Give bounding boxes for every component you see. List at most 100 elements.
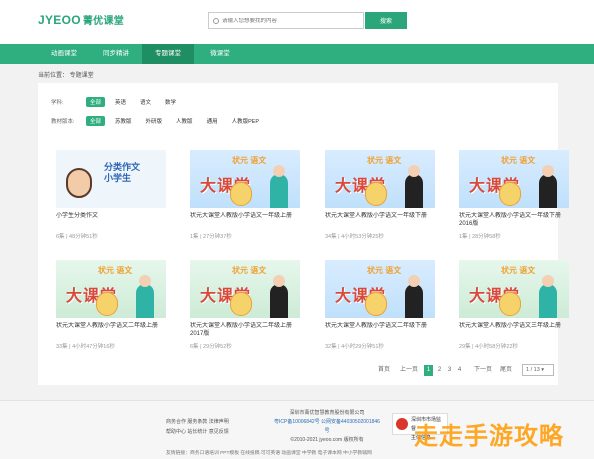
course-meta: 32集 | 4小时29分钟51秒	[325, 344, 384, 350]
subject-tag[interactable]: 数学	[161, 97, 180, 107]
watermark-text: 走走手游攻略	[414, 423, 564, 450]
course-title[interactable]: 状元大课堂人教版小学语文一年级下册	[325, 212, 435, 228]
thumbnail-text: 状元 语文	[501, 266, 536, 275]
course-card[interactable]: 状元 语文 大课堂 状元大课堂人教版小学语文一年级上册 1集 | 27分钟37秒	[190, 150, 300, 240]
teacher-figure	[539, 275, 557, 318]
course-grid: 分类作文 小学生 小学生分类作文 6集 | 48分钟51秒 状元 语文 大课堂 状…	[38, 133, 569, 385]
page-link[interactable]: 4	[455, 365, 464, 376]
course-thumbnail[interactable]: 状元 语文 大课堂	[459, 260, 569, 318]
mascot-illustration	[499, 292, 521, 316]
page-select[interactable]: 1 / 13 ▾	[522, 364, 554, 376]
nav-item-animation[interactable]: 动画课堂	[38, 44, 90, 64]
mascot-illustration	[365, 292, 387, 316]
top-header: JYEOO菁优课堂 搜索	[0, 0, 594, 44]
thumbnail-text: 状元 语文	[232, 266, 267, 275]
subject-tag[interactable]: 全部	[86, 97, 106, 107]
footer-links-row[interactable]: 商务合作 服务条款 法律声明	[166, 417, 229, 427]
page-select-value: 1 / 13	[526, 367, 540, 373]
subject-tag[interactable]: 英语	[111, 97, 130, 107]
mascot-illustration	[365, 182, 387, 206]
company-name: 深圳市菁优智慧教育股份有限公司	[289, 410, 365, 416]
logo-latin: JYEOO	[38, 13, 81, 27]
course-card[interactable]: 分类作文 小学生 小学生分类作文 6集 | 48分钟51秒	[56, 150, 166, 240]
course-card[interactable]: 状元 语文 大课堂 状元大课堂人教版小学语文二年级上册 33集 | 4小时47分…	[56, 260, 166, 350]
teacher-figure	[270, 165, 288, 208]
course-thumbnail[interactable]: 状元 语文 大课堂	[325, 260, 435, 318]
edition-tag[interactable]: 外研版	[142, 116, 167, 126]
thumbnail-text: 状元 语文	[367, 156, 402, 165]
course-title[interactable]: 状元大课堂人教版小学语文一年级上册	[190, 212, 300, 228]
footer-company-info: 深圳市菁优智慧教育股份有限公司 粤ICP备10006842号 公网安备44030…	[272, 409, 382, 445]
edition-tag[interactable]: 通用	[203, 116, 222, 126]
copyright: ©2010-2021 jyeoo.com 版权所有	[290, 437, 364, 443]
course-card[interactable]: 状元 语文 大课堂 状元大课堂人教版小学语文一年级下册2016版 1集 | 28…	[459, 150, 569, 240]
thumbnail-text: 状元 语文	[98, 266, 133, 275]
course-thumbnail[interactable]: 分类作文 小学生	[56, 150, 166, 208]
page-link[interactable]: 3	[445, 365, 454, 376]
child-illustration	[66, 168, 92, 198]
nav-item-sync[interactable]: 同步精讲	[90, 44, 142, 64]
thumbnail-text: 分类作文 小学生	[104, 162, 141, 183]
thumbnail-text: 状元 语文	[232, 156, 267, 165]
logo-cn: 菁优课堂	[82, 16, 125, 27]
first-page-link[interactable]: 首页	[378, 365, 390, 376]
course-card[interactable]: 状元 语文 大课堂 状元大课堂人教版小学语文二年级下册 32集 | 4小时29分…	[325, 260, 435, 350]
friend-links[interactable]: 友情链接：商务口语培训 PPT模板 在线投稿 可可英语 动画课堂 中学教 电子课…	[166, 449, 372, 456]
course-card[interactable]: 状元 语文 大课堂 状元大课堂人教版小学语文二年级上册2017版 6集 | 29…	[190, 260, 300, 350]
pagination: 首页 上一页 1 2 3 4 下一页 尾页 1 / 13 ▾	[38, 364, 558, 379]
search-box	[208, 12, 364, 29]
course-card[interactable]: 状元 语文 大课堂 状元大课堂人教版小学语文一年级下册 34集 | 4小时53分…	[325, 150, 435, 240]
course-thumbnail[interactable]: 状元 语文 大课堂	[459, 150, 569, 208]
teacher-figure	[136, 275, 154, 318]
course-meta: 6集 | 29分钟52秒	[190, 344, 232, 350]
subject-tag[interactable]: 语文	[136, 97, 155, 107]
course-title[interactable]: 状元大课堂人教版小学语文三年级上册	[459, 322, 569, 338]
nav-item-topic[interactable]: 专题课堂	[142, 44, 194, 64]
footer-links-row[interactable]: 帮助中心 站长统计 意见反馈	[166, 427, 229, 437]
course-title[interactable]: 状元大课堂人教版小学语文一年级下册2016版	[459, 212, 569, 228]
page-link[interactable]: 1	[424, 365, 433, 376]
edition-tag[interactable]: 人教版PEP	[228, 116, 264, 126]
mascot-illustration	[230, 292, 252, 316]
teacher-figure	[539, 165, 557, 208]
teacher-figure	[405, 275, 423, 318]
course-meta: 6集 | 48分钟51秒	[56, 234, 98, 240]
icp-record[interactable]: 粤ICP备10006842号 公网安备44030502001846号	[272, 418, 382, 436]
site-logo[interactable]: JYEOO 菁优课堂	[38, 12, 124, 27]
course-card[interactable]: 状元 语文 大课堂 状元大课堂人教版小学语文三年级上册 29集 | 4小时58分…	[459, 260, 569, 350]
course-thumbnail[interactable]: 状元 语文 大课堂	[325, 150, 435, 208]
edition-label: 教材版本:	[51, 119, 75, 125]
course-title[interactable]: 状元大课堂人教版小学语文二年级上册	[56, 322, 166, 338]
course-meta: 1集 | 28分钟58秒	[459, 234, 501, 240]
course-thumbnail[interactable]: 状元 语文 大课堂	[190, 150, 300, 208]
mascot-illustration	[230, 182, 252, 206]
course-thumbnail[interactable]: 状元 语文 大课堂	[190, 260, 300, 318]
course-thumbnail[interactable]: 状元 语文 大课堂	[56, 260, 166, 318]
emblem-icon	[396, 418, 408, 430]
teacher-figure	[270, 275, 288, 318]
course-title[interactable]: 小学生分类作文	[56, 212, 166, 228]
course-title[interactable]: 状元大课堂人教版小学语文二年级下册	[325, 322, 435, 338]
next-page-link[interactable]: 下一页	[474, 365, 492, 376]
edition-filter: 教材版本: 全部 苏教版 外研版 人教版 通用 人教版PEP	[51, 115, 269, 127]
chevron-down-icon: ▾	[541, 367, 545, 373]
course-title[interactable]: 状元大课堂人教版小学语文二年级上册2017版	[190, 322, 300, 338]
edition-tag[interactable]: 苏教版	[111, 116, 136, 126]
breadcrumb: 当前位置： 专题课堂	[38, 73, 94, 79]
last-page-link[interactable]: 尾页	[500, 365, 512, 376]
course-meta: 33集 | 4小时47分钟16秒	[56, 344, 115, 350]
thumbnail-text: 状元 语文	[367, 266, 402, 275]
footer-links: 商务合作 服务条款 法律声明 帮助中心 站长统计 意见反馈	[166, 417, 229, 437]
filter-panel: 学科: 全部 英语 语文 数学 教材版本: 全部 苏教版 外研版 人教版 通用 …	[38, 83, 558, 133]
prev-page-link[interactable]: 上一页	[400, 365, 418, 376]
edition-tag[interactable]: 全部	[86, 116, 106, 126]
edition-tag[interactable]: 人教版	[172, 116, 197, 126]
teacher-figure	[405, 165, 423, 208]
search-button[interactable]: 搜索	[365, 12, 407, 29]
main-nav: 动画课堂 同步精讲 专题课堂 微课堂	[0, 44, 594, 64]
search-input[interactable]	[222, 17, 362, 24]
page-link[interactable]: 2	[435, 365, 444, 376]
nav-item-micro[interactable]: 微课堂	[194, 44, 246, 64]
subject-filter: 学科: 全部 英语 语文 数学	[51, 96, 186, 108]
course-meta: 29集 | 4小时58分钟22秒	[459, 344, 518, 350]
